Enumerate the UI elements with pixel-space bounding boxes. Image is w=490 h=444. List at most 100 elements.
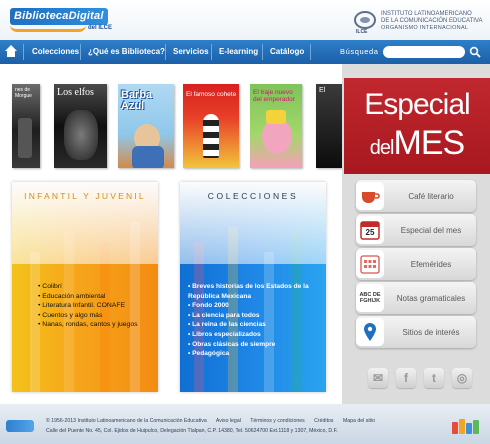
side-button-label: Café literario	[408, 191, 454, 201]
book-title: nes de Morgue	[15, 87, 32, 99]
nav-item-que-es-biblioteca[interactable]: ¿Qué es Biblioteca?	[88, 40, 165, 64]
search-icon[interactable]	[469, 46, 481, 58]
logo-subtitle: del ILCE	[88, 25, 113, 31]
book-spine	[466, 423, 472, 434]
list-item[interactable]: Breves historias de los Estados de la Re…	[188, 282, 318, 301]
side-button-label: Efemérides	[410, 259, 452, 269]
nav-item-colecciones[interactable]: Colecciones	[32, 40, 79, 64]
ilce-name: INSTITUTO LATINOAMERICANO DE LA COMUNICA…	[381, 11, 482, 24]
calendar-day: 25	[365, 228, 375, 237]
colecciones-list: Breves historias de los Estados de la Re…	[188, 282, 318, 359]
footer-address: Calle del Puente No. 45, Col. Ejidos de …	[46, 428, 338, 434]
notas-gramaticales-button[interactable]: ABC DE FGHIJK Notas gramaticales	[356, 282, 476, 314]
panel-title: COLECCIONES	[207, 191, 299, 201]
calendar-icon: 25	[356, 216, 384, 244]
list-item[interactable]: Libros especializados	[188, 330, 318, 340]
email-icon[interactable]: ✉	[368, 368, 388, 388]
page: BibliotecaDigital del ILCE ILCE INSTITUT…	[0, 0, 490, 444]
book-title: El	[319, 87, 326, 94]
twitter-icon[interactable]: t	[424, 368, 444, 388]
cafe-literario-button[interactable]: Café literario	[356, 180, 476, 212]
book-title: Barba Azul	[121, 89, 153, 112]
nav-separator	[165, 44, 166, 60]
book-title: Los elfos	[57, 87, 94, 98]
coffee-cup-icon	[356, 182, 384, 210]
footer-link-creditos[interactable]: Créditos	[314, 418, 333, 424]
abc-letters-icon: ABC DE FGHIJK	[356, 284, 384, 312]
efemerides-button[interactable]: Efemérides	[356, 248, 476, 280]
instagram-icon[interactable]: ◎	[452, 368, 472, 388]
nav-separator	[23, 44, 24, 60]
search-input[interactable]	[383, 46, 465, 58]
nav-separator	[310, 44, 311, 60]
logo-wordmark: BibliotecaDigital	[10, 8, 108, 25]
map-pin-icon	[356, 318, 384, 346]
ilce-org: ORGANISMO INTERNACIONAL	[381, 25, 469, 31]
books-icon	[452, 418, 480, 434]
book-cover[interactable]: El famoso cohete	[183, 84, 239, 168]
logo-swoosh-icon	[10, 25, 86, 32]
abc-letters-text: ABC DE FGHIJK	[359, 292, 381, 304]
colecciones-panel[interactable]: COLECCIONES Breves historias de los Esta…	[180, 182, 326, 392]
book-title: El traje nuevo del emperador	[253, 89, 295, 103]
home-icon[interactable]	[4, 45, 18, 58]
footer-logo[interactable]	[6, 420, 34, 432]
book-spine	[459, 419, 465, 434]
book-spine	[452, 422, 458, 434]
especial-del-mes-button[interactable]: 25 Especial del mes	[356, 214, 476, 246]
nav-item-servicios[interactable]: Servicios	[173, 40, 209, 64]
list-item[interactable]: Educación ambiental	[38, 292, 150, 302]
sitios-de-interes-button[interactable]: Sitios de interés	[356, 316, 476, 348]
book-cover[interactable]: El	[316, 84, 342, 168]
list-item[interactable]: Pedagógica	[188, 349, 318, 359]
ilce-label: ILCE	[356, 29, 368, 35]
ilce-name-line2: DE LA COMUNICACIÓN EDUCATIVA	[381, 17, 483, 24]
list-item[interactable]: Literatura Infantil. CONAFE	[38, 301, 150, 311]
list-item[interactable]: Colibrí	[38, 282, 150, 292]
ilce-logo[interactable]: ILCE INSTITUTO LATINOAMERICANO DE LA COM…	[354, 9, 484, 35]
especial-del-mes-banner[interactable]: Especial delMES	[344, 78, 490, 174]
footer-link-mapa-del-sitio[interactable]: Mapa del sitio	[343, 418, 375, 424]
book-illustration	[132, 146, 164, 168]
footer-links-row: © 1956-2013 Instituto Latinoamericano de…	[46, 418, 383, 424]
list-item[interactable]: Fondo 2000	[188, 301, 318, 311]
infantil-list: Colibrí Educación ambiental Literatura I…	[38, 282, 150, 330]
especial-mes: MES	[393, 124, 466, 162]
infantil-juvenil-panel[interactable]: INFANTIL Y JUVENIL Colibrí Educación amb…	[12, 182, 158, 392]
footer-link-aviso-legal[interactable]: Aviso legal	[216, 418, 241, 424]
book-cover[interactable]: Barba Azul	[118, 84, 174, 168]
list-item[interactable]: Nanas, rondas, cantos y juegos	[38, 320, 150, 330]
book-illustration	[18, 118, 32, 158]
calendar-grid-icon	[356, 250, 384, 278]
list-item[interactable]: La ciencia para todos	[188, 311, 318, 321]
footer-link-terminos[interactable]: Términos y condiciones	[250, 418, 305, 424]
side-button-label: Especial del mes	[400, 225, 462, 235]
list-item[interactable]: Cuentos y algo más	[38, 311, 150, 321]
facebook-icon[interactable]: f	[396, 368, 416, 388]
book-cover[interactable]: El traje nuevo del emperador	[250, 84, 302, 168]
especial-subtitle: delMES	[344, 124, 490, 163]
site-footer: © 1956-2013 Instituto Latinoamericano de…	[0, 404, 490, 444]
right-sidebar: Especial delMES Café literario 25 Especi…	[342, 64, 490, 404]
especial-title: Especial	[364, 88, 470, 121]
book-cover[interactable]: nes de Morgue	[12, 84, 40, 168]
main-nav: Colecciones ¿Qué es Biblioteca? Servicio…	[0, 40, 490, 64]
search-label: Búsqueda	[340, 47, 379, 56]
book-spine	[473, 420, 479, 434]
book-illustration	[203, 114, 219, 158]
nav-separator	[211, 44, 212, 60]
nav-separator	[262, 44, 263, 60]
copyright-text: © 1956-2013 Instituto Latinoamericano de…	[46, 418, 207, 424]
list-item[interactable]: La reina de las ciencias	[188, 320, 318, 330]
book-title: El famoso cohete	[186, 91, 237, 98]
site-header: BibliotecaDigital del ILCE ILCE INSTITUT…	[0, 0, 490, 40]
nav-item-catalogo[interactable]: Catálogo	[270, 40, 304, 64]
especial-del: del	[369, 137, 395, 159]
nav-item-e-learning[interactable]: E-learning	[219, 40, 258, 64]
ilce-name-line1: INSTITUTO LATINOAMERICANO	[381, 11, 472, 17]
list-item[interactable]: Obras clásicas de siempre	[188, 340, 318, 350]
book-cover[interactable]: Los elfos	[54, 84, 107, 168]
nav-separator	[80, 44, 81, 60]
side-button-label: Notas gramaticales	[396, 293, 466, 303]
site-logo[interactable]: BibliotecaDigital del ILCE	[10, 8, 130, 34]
